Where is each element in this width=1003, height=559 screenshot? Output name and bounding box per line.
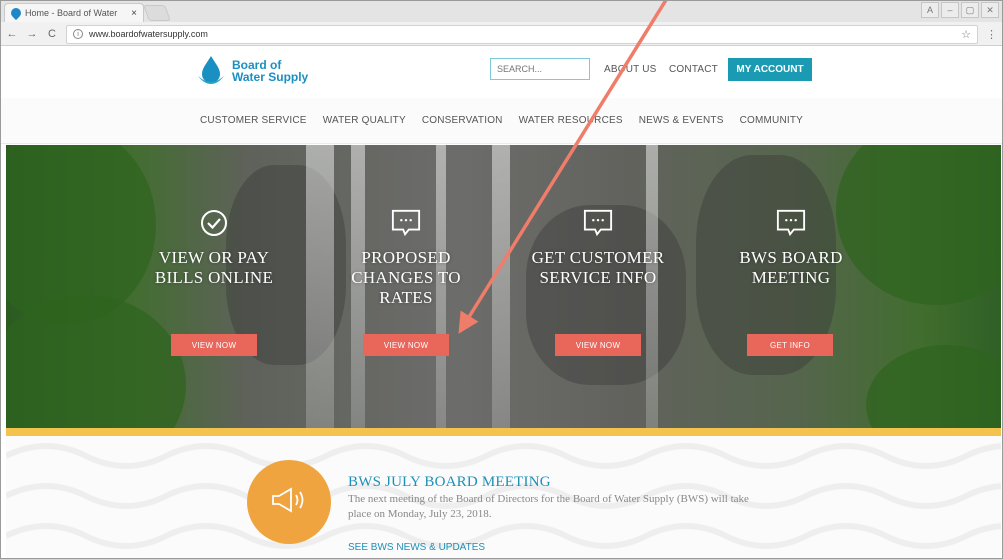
hero-foliage <box>6 295 186 428</box>
minimize-button[interactable]: – <box>941 2 959 18</box>
chat-bubble-icon <box>583 208 613 238</box>
news-title[interactable]: BWS JULY BOARD MEETING <box>348 474 551 491</box>
address-bar[interactable]: i www.boardofwatersupply.com ☆ <box>66 24 978 44</box>
forward-icon[interactable]: → <box>26 28 38 40</box>
nav-item-water-resources[interactable]: WATER RESOURCES <box>519 115 623 126</box>
site-logo[interactable]: Board of Water Supply <box>196 54 308 88</box>
megaphone-icon <box>269 485 309 520</box>
view-customer-service-button[interactable]: VIEW NOW <box>555 334 641 356</box>
browser-toolbar: ← → C i www.boardofwatersupply.com ☆ ⋮ <box>0 22 1003 46</box>
tab-close-icon[interactable]: × <box>131 8 137 19</box>
window-controls: A – ▢ ✕ <box>921 2 999 18</box>
nav-item-customer-service[interactable]: CUSTOMER SERVICE <box>200 115 307 126</box>
hero-banner: VIEW OR PAY BILLS ONLINE VIEW NOW PROPOS… <box>6 145 1001 428</box>
main-nav: CUSTOMER SERVICE WATER QUALITY CONSERVAT… <box>0 98 1003 144</box>
back-icon[interactable]: ← <box>6 28 18 40</box>
chat-bubble-icon <box>776 208 806 238</box>
close-window-button[interactable]: ✕ <box>981 2 999 18</box>
hero-panel-pay-bills: VIEW OR PAY BILLS ONLINE <box>114 208 314 288</box>
hero-title: BWS BOARD MEETING <box>739 248 843 287</box>
hero-foliage <box>866 345 1001 428</box>
profile-button[interactable]: A <box>921 2 939 18</box>
info-icon[interactable]: i <box>73 29 83 39</box>
news-section: BWS JULY BOARD MEETING The next meeting … <box>6 436 1001 559</box>
news-icon-circle <box>247 460 331 544</box>
browser-menu-icon[interactable]: ⋮ <box>986 28 997 41</box>
site-header: Board of Water Supply ABOUT US CONTACT M… <box>0 46 1003 98</box>
view-pay-bills-button[interactable]: VIEW NOW <box>171 334 257 356</box>
section-divider-bar <box>6 428 1001 436</box>
water-drop-logo-icon <box>196 54 226 88</box>
nav-item-community[interactable]: COMMUNITY <box>740 115 803 126</box>
about-us-link[interactable]: ABOUT US <box>604 64 657 75</box>
contact-link[interactable]: CONTACT <box>669 64 718 75</box>
logo-text: Board of Water Supply <box>232 59 308 83</box>
url-text: www.boardofwatersupply.com <box>89 29 208 39</box>
hero-panel-customer-service: GET CUSTOMER SERVICE INFO <box>498 208 698 288</box>
logo-line-2: Water Supply <box>232 70 309 84</box>
nav-item-news-events[interactable]: NEWS & EVENTS <box>639 115 724 126</box>
my-account-button[interactable]: MY ACCOUNT <box>728 58 812 81</box>
tab-title: Home - Board of Water <box>25 8 118 18</box>
tab-strip: Home - Board of Water × A – ▢ ✕ <box>0 0 1003 22</box>
news-body: The next meeting of the Board of Directo… <box>348 493 749 520</box>
chat-bubble-icon <box>391 208 421 238</box>
nav-item-water-quality[interactable]: WATER QUALITY <box>323 115 406 126</box>
hero-title: GET CUSTOMER SERVICE INFO <box>531 248 665 287</box>
reload-icon[interactable]: C <box>46 28 58 40</box>
hero-title: VIEW OR PAY BILLS ONLINE <box>154 248 274 287</box>
bookmark-star-icon[interactable]: ☆ <box>961 28 971 41</box>
get-board-meeting-info-button[interactable]: GET INFO <box>747 334 833 356</box>
favicon-icon <box>8 5 24 21</box>
view-proposed-rates-button[interactable]: VIEW NOW <box>363 334 449 356</box>
checkmark-circle-icon <box>199 208 229 238</box>
nav-item-conservation[interactable]: CONSERVATION <box>422 115 503 126</box>
hero-title: PROPOSED CHANGES TO RATES <box>351 248 461 307</box>
hero-panel-board-meeting: BWS BOARD MEETING <box>691 208 891 288</box>
see-news-updates-link[interactable]: SEE BWS NEWS & UPDATES <box>348 542 485 553</box>
new-tab-button[interactable] <box>143 5 171 21</box>
browser-chrome: Home - Board of Water × A – ▢ ✕ ← → C i … <box>0 0 1003 46</box>
maximize-button[interactable]: ▢ <box>961 2 979 18</box>
hero-panel-proposed-rates: PROPOSED CHANGES TO RATES <box>306 208 506 308</box>
browser-tab[interactable]: Home - Board of Water × <box>4 3 144 22</box>
search-input[interactable] <box>490 58 590 80</box>
